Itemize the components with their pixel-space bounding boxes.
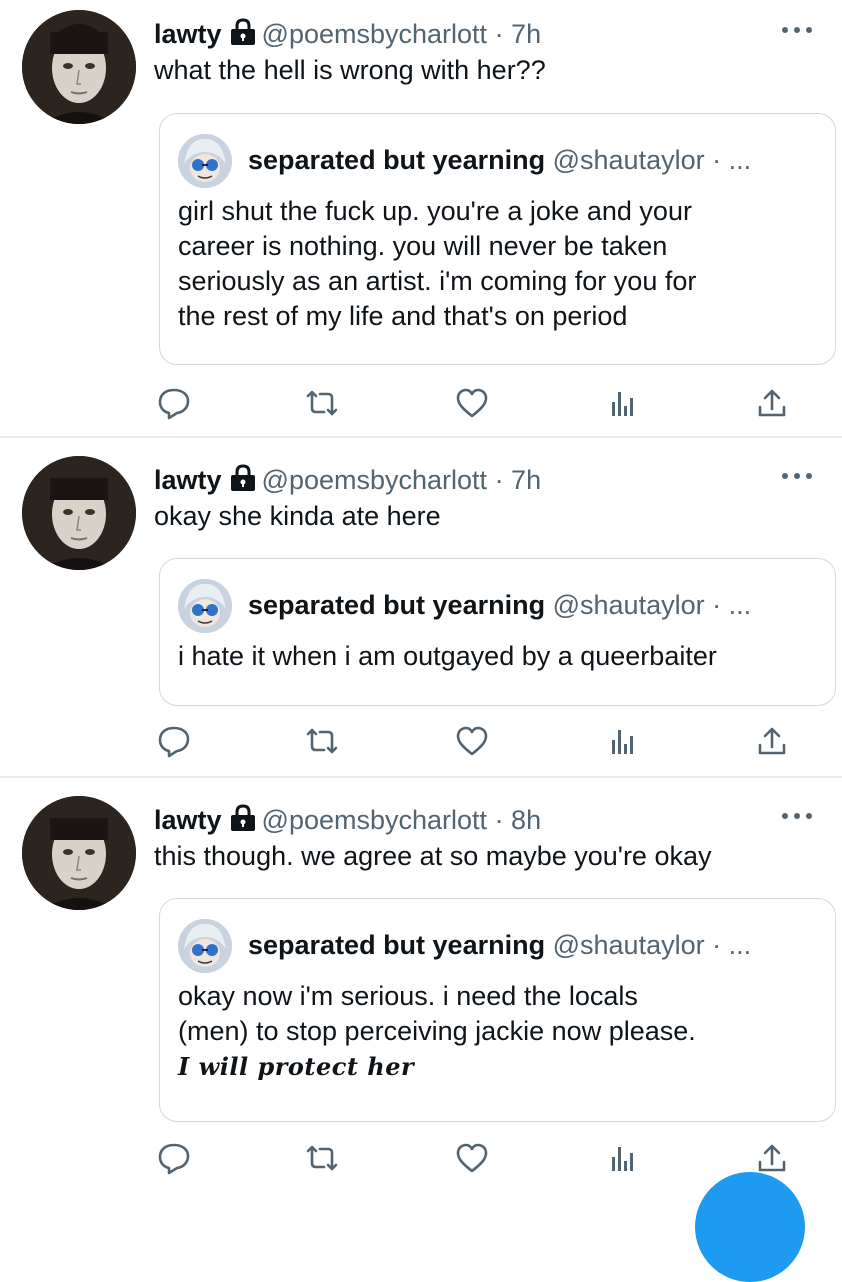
- handle[interactable]: @poemsbycharlott: [262, 805, 488, 835]
- timestamp[interactable]: · 8h: [495, 805, 542, 835]
- analytics-icon[interactable]: [604, 1140, 640, 1176]
- avatar[interactable]: [22, 456, 136, 570]
- tweet[interactable]: lawty @poemsbycharlott · 7h okay she kind…: [0, 446, 842, 778]
- quoted-avatar: [178, 919, 232, 973]
- display-name[interactable]: lawty: [154, 19, 222, 49]
- quoted-text-line: career is nothing. you will never be tak…: [178, 231, 668, 261]
- quoted-display-name: separated but yearning: [248, 145, 546, 175]
- quoted-handle: @shautaylor: [552, 590, 705, 620]
- quoted-text-line: girl shut the fuck up. you're a joke and…: [178, 196, 692, 226]
- tweet-text: what the hell is wrong with her??: [154, 55, 546, 85]
- more-icon[interactable]: [782, 466, 812, 486]
- lock-icon: [228, 18, 258, 55]
- timestamp[interactable]: · 7h: [495, 465, 542, 495]
- share-icon[interactable]: [754, 723, 790, 759]
- quoted-text: girl shut the fuck up. you're a joke and…: [178, 194, 696, 334]
- avatar[interactable]: [22, 10, 136, 124]
- share-icon[interactable]: [754, 1140, 790, 1176]
- tweet[interactable]: lawty @poemsbycharlott · 7h what the hell…: [0, 0, 842, 438]
- quoted-handle: @shautaylor: [552, 145, 705, 175]
- tweet-header: lawty @poemsbycharlott · 7h: [154, 462, 842, 498]
- action-bar: [0, 1140, 842, 1180]
- like-icon[interactable]: [454, 723, 490, 759]
- more-icon[interactable]: [782, 20, 812, 40]
- display-name[interactable]: lawty: [154, 465, 222, 495]
- analytics-icon[interactable]: [604, 723, 640, 759]
- display-name[interactable]: lawty: [154, 805, 222, 835]
- share-icon[interactable]: [754, 385, 790, 421]
- quoted-tweet[interactable]: separated but yearning @shautaylor · ...…: [159, 558, 836, 706]
- like-icon[interactable]: [454, 1140, 490, 1176]
- quoted-avatar: [178, 134, 232, 188]
- like-icon[interactable]: [454, 385, 490, 421]
- quoted-avatar: [178, 579, 232, 633]
- compose-fab[interactable]: [695, 1172, 805, 1282]
- more-icon[interactable]: [782, 806, 812, 826]
- reply-icon[interactable]: [156, 1140, 192, 1176]
- quoted-timestamp: · ...: [712, 145, 752, 175]
- quoted-handle: @shautaylor: [552, 930, 705, 960]
- quoted-header: separated but yearning @shautaylor · ...: [248, 142, 751, 178]
- tweet-header: lawty @poemsbycharlott · 8h: [154, 802, 842, 838]
- reply-icon[interactable]: [156, 723, 192, 759]
- lock-icon: [228, 804, 258, 841]
- quoted-text-line: the rest of my life and that's on period: [178, 301, 628, 331]
- quoted-text-line: I will protect her: [178, 1052, 415, 1081]
- tweet-header: lawty @poemsbycharlott · 7h: [154, 16, 842, 52]
- quoted-text-line: okay now i'm serious. i need the locals: [178, 981, 638, 1011]
- quoted-timestamp: · ...: [712, 590, 752, 620]
- quoted-text-line: i hate it when i am outgayed by a queerb…: [178, 641, 717, 671]
- analytics-icon[interactable]: [604, 385, 640, 421]
- quoted-text-line: seriously as an artist. i'm coming for y…: [178, 266, 697, 296]
- timestamp[interactable]: · 7h: [495, 19, 542, 49]
- quoted-text: okay now i'm serious. i need the locals …: [178, 979, 696, 1084]
- tweet-text: okay she kinda ate here: [154, 501, 441, 531]
- quoted-text: i hate it when i am outgayed by a queerb…: [178, 639, 717, 674]
- handle[interactable]: @poemsbycharlott: [262, 19, 488, 49]
- divider: [0, 436, 842, 438]
- divider: [0, 776, 842, 778]
- avatar[interactable]: [22, 796, 136, 910]
- action-bar: [0, 723, 842, 763]
- lock-icon: [228, 464, 258, 501]
- quoted-text-line: (men) to stop perceiving jackie now plea…: [178, 1016, 696, 1046]
- quoted-timestamp: · ...: [712, 930, 752, 960]
- quoted-tweet[interactable]: separated but yearning @shautaylor · ...…: [159, 113, 836, 365]
- quoted-tweet[interactable]: separated but yearning @shautaylor · ...…: [159, 898, 836, 1122]
- quoted-header: separated but yearning @shautaylor · ...: [248, 587, 751, 623]
- reply-icon[interactable]: [156, 385, 192, 421]
- quoted-header: separated but yearning @shautaylor · ...: [248, 927, 751, 963]
- quoted-display-name: separated but yearning: [248, 930, 546, 960]
- handle[interactable]: @poemsbycharlott: [262, 465, 488, 495]
- quoted-display-name: separated but yearning: [248, 590, 546, 620]
- retweet-icon[interactable]: [304, 1140, 340, 1176]
- action-bar: [0, 385, 842, 425]
- tweet[interactable]: lawty @poemsbycharlott · 8h this though. …: [0, 786, 842, 1200]
- retweet-icon[interactable]: [304, 723, 340, 759]
- retweet-icon[interactable]: [304, 385, 340, 421]
- tweet-text: this though. we agree at so maybe you're…: [154, 841, 712, 871]
